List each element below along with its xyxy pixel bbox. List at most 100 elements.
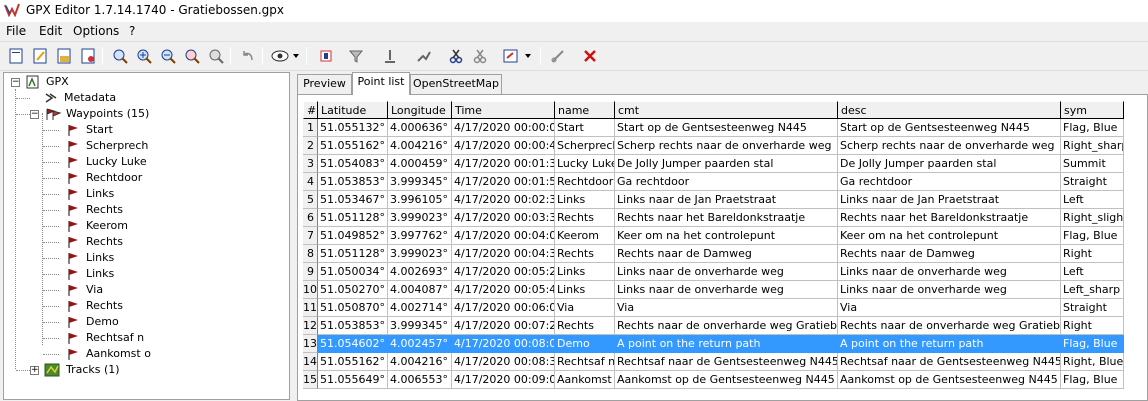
table-cell[interactable]: 51.055132° N [318,119,388,137]
table-cell[interactable]: Flag, Blue [1061,119,1124,137]
table-cell[interactable]: Rechts [555,317,615,335]
zoom-fit-icon[interactable] [206,46,226,66]
table-cell[interactable]: Right [1061,245,1124,263]
row-number[interactable]: 7 [303,227,318,245]
table-cell[interactable]: Scherp rechts naar de onverharde weg [838,137,1061,155]
row-number[interactable]: 14 [303,353,318,371]
row-number[interactable]: 9 [303,263,318,281]
table-cell[interactable]: 4/17/2020 00:01:52 [452,173,555,191]
tab-preview[interactable]: Preview [297,74,352,94]
table-cell[interactable]: Via [555,299,615,317]
table-cell[interactable]: Rechtdoor [555,173,615,191]
menu-options[interactable]: Options [73,24,119,38]
table-cell[interactable]: Links [555,281,615,299]
waypoint-pin-icon[interactable] [380,46,400,66]
row-number[interactable]: 2 [303,137,318,155]
table-cell[interactable]: Left_sharp [1061,281,1124,299]
table-cell[interactable]: 4/17/2020 00:00:00 [452,119,555,137]
table-cell[interactable]: Rechts naar het Bareldonkstraatje [615,209,838,227]
table-cell[interactable]: 3.999023° E [388,245,452,263]
col-header-sym[interactable]: sym [1061,101,1124,119]
table-cell[interactable]: 51.055649° N [318,371,388,389]
row-number[interactable]: 12 [303,317,318,335]
collapse-icon[interactable]: − [30,110,39,119]
table-cell[interactable]: 4.002457° E [388,335,452,353]
open-folder-icon[interactable] [54,46,74,66]
table-cell[interactable]: 4.002714° E [388,299,452,317]
cut-icon[interactable] [446,46,466,66]
table-cell[interactable]: 4.004216° E [388,137,452,155]
save-file-icon[interactable] [78,46,98,66]
table-cell[interactable]: Right, Blue [1061,353,1124,371]
table-cell[interactable]: Aankomst o [555,371,615,389]
table-cell[interactable]: Summit [1061,155,1124,173]
undo-icon[interactable] [238,46,258,66]
row-number[interactable]: 6 [303,209,318,227]
table-cell[interactable]: Flag, Blue [1061,335,1124,353]
table-cell[interactable]: Ga rechtdoor [838,173,1061,191]
expand-icon[interactable]: + [30,366,39,375]
table-cell[interactable]: Rechts [555,245,615,263]
table-cell[interactable]: Rechts naar de Damweg [838,245,1061,263]
table-cell[interactable]: 3.999023° E [388,209,452,227]
tree-node-waypoints[interactable]: − Waypoints (15) [4,106,284,122]
table-cell[interactable]: Aankomst op de Gentsesteenweg N445 [838,371,1061,389]
row-number[interactable]: 8 [303,245,318,263]
table-cell[interactable]: 3.996105° E [388,191,452,209]
table-cell[interactable]: Start [555,119,615,137]
table-cell[interactable]: Right [1061,317,1124,335]
table-cell[interactable]: 51.051128° N [318,245,388,263]
table-cell[interactable]: Keerom [555,227,615,245]
new-file-icon[interactable] [6,46,26,66]
tab-openstreetmap[interactable]: OpenStreetMap [410,74,502,94]
merge-icon[interactable] [316,46,336,66]
table-cell[interactable]: 51.053853° N [318,317,388,335]
edit-file-icon[interactable] [30,46,50,66]
table-cell[interactable]: Rechts naar de Damweg [615,245,838,263]
table-cell[interactable]: Via [615,299,838,317]
table-cell[interactable]: 51.049852° N [318,227,388,245]
table-cell[interactable]: A point on the return path [615,335,838,353]
table-cell[interactable]: Keer om na het controlepunt [615,227,838,245]
track-simplify-icon[interactable] [414,46,434,66]
filter-icon[interactable] [346,46,366,66]
delete-icon[interactable] [580,46,600,66]
table-cell[interactable]: Links naar de Jan Praetstraat [838,191,1061,209]
table-cell[interactable]: A point on the return path [838,335,1061,353]
tab-point-list[interactable]: Point list [352,72,410,95]
tree-node-gpx[interactable]: − GPX [4,74,284,90]
row-number[interactable]: 11 [303,299,318,317]
table-cell[interactable]: Left [1061,263,1124,281]
table-cell[interactable]: 51.055162° N [318,137,388,155]
table-cell[interactable]: 51.050034° N [318,263,388,281]
tree-node-metadata[interactable]: Metadata [4,90,284,106]
table-cell[interactable]: Rechtsaf naar de Gentsesteenweg N445 [838,353,1061,371]
table-cell[interactable]: De Jolly Jumper paarden stal [615,155,838,173]
table-cell[interactable]: 51.053467° N [318,191,388,209]
row-number[interactable]: 5 [303,191,318,209]
table-cell[interactable]: De Jolly Jumper paarden stal [838,155,1061,173]
table-cell[interactable]: 51.050870° N [318,299,388,317]
table-cell[interactable]: 4.002693° E [388,263,452,281]
table-cell[interactable]: Rechts naar de onverharde weg Gratieboss… [615,317,838,335]
col-header-cmt[interactable]: cmt [615,101,838,119]
table-cell[interactable]: Right_slight [1061,209,1124,227]
table-cell[interactable]: 4/17/2020 00:07:24 [452,317,555,335]
table-cell[interactable]: Links naar de onverharde weg [838,263,1061,281]
table-cell[interactable]: 4/17/2020 00:06:08 [452,299,555,317]
col-header-time[interactable]: Time [452,101,555,119]
table-cell[interactable]: 4/17/2020 00:08:06 [452,335,555,353]
table-cell[interactable]: 4/17/2020 00:01:37 [452,155,555,173]
table-cell[interactable]: 3.999345° E [388,173,452,191]
table-cell[interactable]: Straight [1061,299,1124,317]
zoom-in-icon[interactable] [134,46,154,66]
zoom-icon[interactable] [110,46,130,66]
table-cell[interactable]: Links naar de onverharde weg [615,263,838,281]
table-cell[interactable]: 51.053853° N [318,173,388,191]
table-cell[interactable]: Links naar de Jan Praetstraat [615,191,838,209]
table-cell[interactable]: Rechts [555,209,615,227]
zoom-out-icon[interactable] [158,46,178,66]
tree-node-tracks[interactable]: + Tracks (1) [4,362,284,378]
table-cell[interactable]: Links [555,263,615,281]
row-number[interactable]: 13 [303,335,318,353]
